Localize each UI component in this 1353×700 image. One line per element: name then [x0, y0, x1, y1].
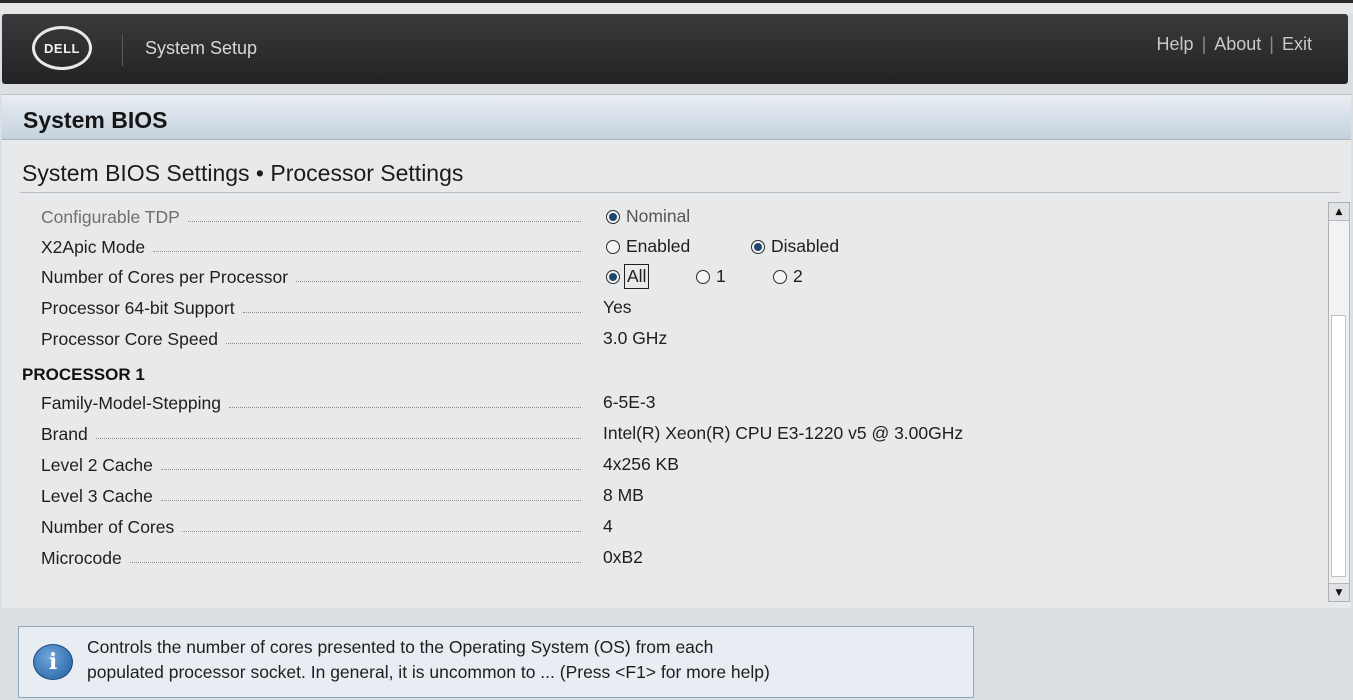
- info-label-text: Level 3 Cache: [41, 485, 153, 506]
- setting-label: X2Apic Mode: [41, 236, 581, 258]
- x2apic-disabled-option[interactable]: Disabled: [751, 236, 839, 257]
- info-row-family-model-stepping: Family-Model-Stepping 6-5E-3: [2, 388, 1322, 418]
- leader-dots: [153, 250, 581, 252]
- setting-row-configurable-tdp: Configurable TDP Nominal: [2, 202, 1322, 232]
- radio-disabled[interactable]: [751, 239, 765, 254]
- about-link[interactable]: About: [1214, 34, 1261, 55]
- setting-label: Configurable TDP: [41, 206, 581, 228]
- info-label-text: Microcode: [41, 547, 122, 568]
- logo-text: DELL: [44, 40, 80, 56]
- app-header: DELL System Setup Help | About | Exit: [2, 14, 1348, 84]
- setting-label: Processor Core Speed: [41, 328, 581, 350]
- radio-2[interactable]: [773, 269, 787, 284]
- cores-1-option[interactable]: 1: [696, 266, 726, 287]
- header-nav: Help | About | Exit: [1157, 34, 1312, 55]
- info-row-l2-cache: Level 2 Cache 4x256 KB: [2, 450, 1322, 480]
- tdp-radio-group: Nominal: [606, 206, 690, 227]
- leader-dots: [228, 406, 581, 408]
- dell-logo: DELL: [32, 26, 92, 70]
- setting-label-text: Processor Core Speed: [41, 328, 219, 349]
- app-title: System Setup: [145, 38, 258, 58]
- scrollbar-thumb[interactable]: [1331, 315, 1346, 577]
- help-text: Controls the number of cores presented t…: [87, 635, 967, 685]
- info-icon: i: [33, 644, 73, 680]
- info-row-brand: Brand Intel(R) Xeon(R) CPU E3-1220 v5 @ …: [2, 419, 1322, 449]
- radio-nominal: [606, 209, 620, 224]
- info-value: 0xB2: [603, 547, 643, 567]
- leader-dots: [242, 311, 581, 313]
- leader-dots: [296, 280, 581, 282]
- scroll-up-arrow-icon[interactable]: ▲: [1329, 203, 1349, 221]
- info-label: Family-Model-Stepping: [41, 392, 581, 414]
- info-value: 4: [603, 516, 613, 536]
- help-box: i Controls the number of cores presented…: [18, 626, 974, 698]
- cores-2-option[interactable]: 2: [773, 266, 803, 287]
- setting-value: Yes: [603, 297, 632, 317]
- setting-label-text: Configurable TDP: [41, 206, 180, 227]
- info-label-text: Number of Cores: [41, 516, 175, 537]
- info-label: Microcode: [41, 547, 581, 569]
- cores-all-option[interactable]: All: [606, 264, 650, 289]
- leader-dots: [226, 342, 581, 344]
- settings-panel: System BIOS Settings • Processor Setting…: [2, 140, 1351, 608]
- info-row-l3-cache: Level 3 Cache 8 MB: [2, 481, 1322, 511]
- radio-label-nominal: Nominal: [626, 206, 691, 226]
- header-divider: [122, 34, 123, 66]
- info-value: Intel(R) Xeon(R) CPU E3-1220 v5 @ 3.00GH…: [603, 423, 964, 443]
- setting-label: Processor 64-bit Support: [41, 297, 581, 319]
- info-value: 4x256 KB: [603, 454, 679, 474]
- top-strip: [0, 0, 1353, 14]
- processor1-heading: PROCESSOR 1: [22, 365, 145, 384]
- radio-all[interactable]: [606, 269, 620, 284]
- info-label: Brand: [41, 423, 581, 445]
- nav-separator: |: [1201, 34, 1207, 54]
- banner-title: System BIOS: [23, 107, 168, 133]
- vertical-scrollbar[interactable]: ▲ ▼: [1328, 202, 1350, 602]
- info-value: 8 MB: [603, 485, 644, 505]
- setting-row-64bit-support: Processor 64-bit Support Yes: [2, 293, 1322, 323]
- radio-label-disabled[interactable]: Disabled: [771, 236, 839, 257]
- info-label: Level 2 Cache: [41, 454, 581, 476]
- breadcrumb-divider: [20, 192, 1340, 193]
- radio-label-all[interactable]: All: [623, 264, 650, 289]
- info-label-text: Level 2 Cache: [41, 454, 153, 475]
- section-banner: System BIOS: [2, 94, 1351, 140]
- leader-dots: [95, 437, 581, 439]
- setting-row-core-speed: Processor Core Speed 3.0 GHz: [2, 324, 1322, 354]
- help-link[interactable]: Help: [1157, 34, 1194, 55]
- info-label-text: Brand: [41, 423, 88, 444]
- leader-dots: [182, 530, 581, 532]
- breadcrumb: System BIOS Settings • Processor Setting…: [22, 160, 464, 186]
- x2apic-enabled-option[interactable]: Enabled: [606, 236, 690, 257]
- leader-dots: [129, 561, 581, 563]
- radio-label-2[interactable]: 2: [793, 266, 803, 287]
- setting-label: Number of Cores per Processor: [41, 266, 581, 288]
- setting-row-x2apic-mode: X2Apic Mode Enabled Disabled: [2, 232, 1322, 262]
- info-value: 6-5E-3: [603, 392, 656, 412]
- info-label: Level 3 Cache: [41, 485, 581, 507]
- setting-label-text: X2Apic Mode: [41, 236, 146, 257]
- leader-dots: [187, 220, 581, 222]
- setting-label-text: Number of Cores per Processor: [41, 266, 289, 287]
- setting-label-text: Processor 64-bit Support: [41, 297, 235, 318]
- nav-separator: |: [1269, 34, 1274, 54]
- leader-dots: [160, 499, 581, 501]
- help-line-1: Controls the number of cores presented t…: [87, 637, 714, 657]
- setting-row-cores-per-processor: Number of Cores per Processor All 1 2: [2, 262, 1322, 292]
- radio-label-1[interactable]: 1: [716, 266, 726, 287]
- setting-value: 3.0 GHz: [603, 328, 668, 348]
- info-row-microcode: Microcode 0xB2: [2, 543, 1322, 573]
- scroll-down-arrow-icon[interactable]: ▼: [1329, 583, 1349, 601]
- leader-dots: [160, 468, 581, 470]
- help-line-2: populated processor socket. In general, …: [87, 662, 770, 682]
- exit-link[interactable]: Exit: [1282, 34, 1312, 55]
- radio-enabled[interactable]: [606, 239, 620, 254]
- radio-1[interactable]: [696, 269, 710, 284]
- radio-label-enabled[interactable]: Enabled: [626, 236, 690, 257]
- info-row-number-of-cores: Number of Cores 4: [2, 512, 1322, 542]
- info-label: Number of Cores: [41, 516, 581, 538]
- info-label-text: Family-Model-Stepping: [41, 392, 221, 413]
- top-edge: [0, 0, 1353, 3]
